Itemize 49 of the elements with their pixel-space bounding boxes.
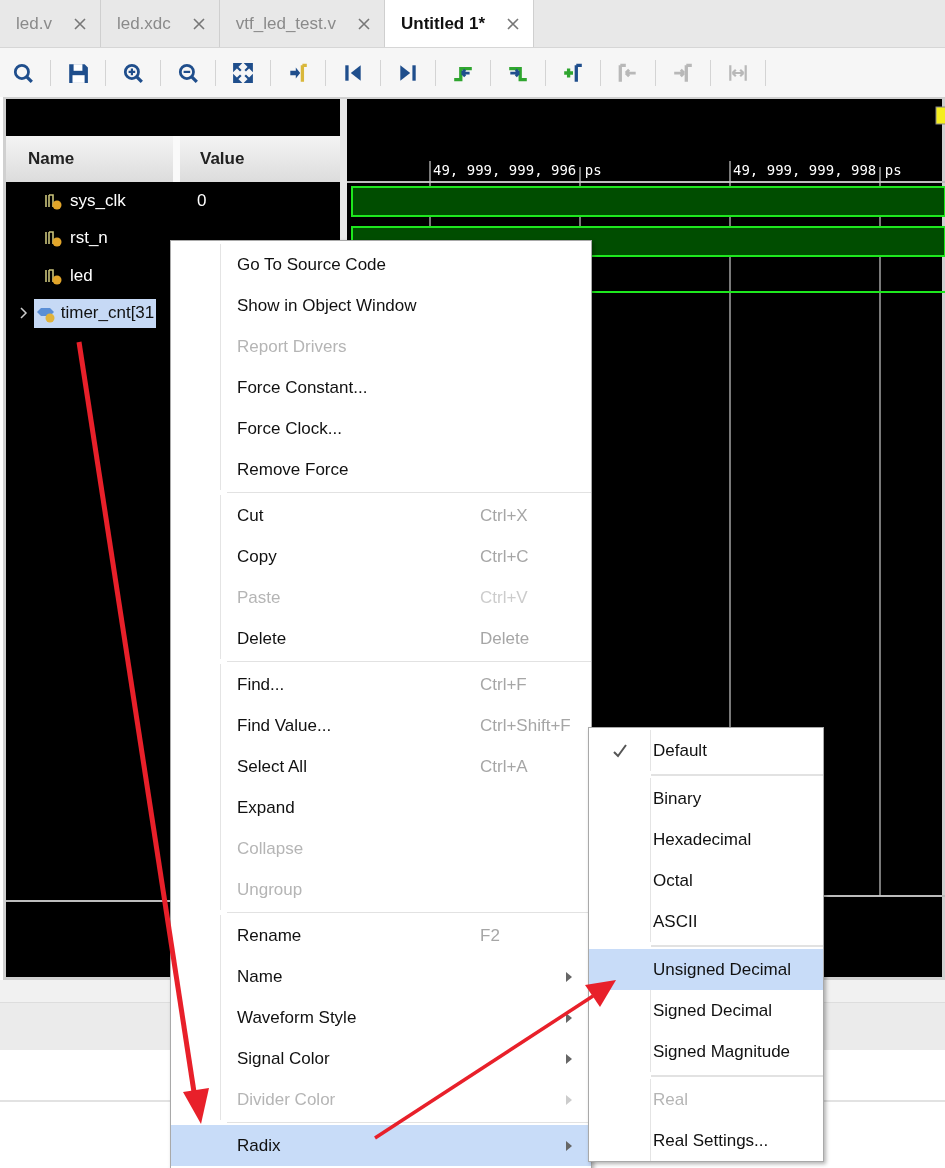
- menu-item[interactable]: Name: [171, 956, 591, 997]
- menu-item[interactable]: Find Value... Ctrl+Shift+F: [171, 705, 591, 746]
- menu-item[interactable]: Default: [589, 730, 823, 771]
- menu-item[interactable]: Unsigned Decimal: [589, 949, 823, 990]
- menu-item[interactable]: ASCII: [589, 901, 823, 942]
- expand-icon[interactable]: [232, 61, 254, 84]
- add-marker-icon[interactable]: [562, 61, 584, 84]
- signal-value: 0: [196, 190, 207, 211]
- menu-item[interactable]: Binary: [589, 778, 823, 819]
- menu-item[interactable]: Remove Force: [171, 449, 591, 490]
- signal-name[interactable]: timer_cnt[31: [34, 299, 157, 328]
- menu-item[interactable]: Hexadecimal: [589, 819, 823, 860]
- search-icon[interactable]: [12, 61, 34, 84]
- signal-icon: [44, 228, 64, 249]
- close-icon[interactable]: [357, 17, 370, 30]
- menu-item[interactable]: Force Clock...: [171, 408, 591, 449]
- menu-item[interactable]: Copy Ctrl+C: [171, 536, 591, 577]
- column-header[interactable]: Name: [6, 136, 180, 182]
- menu-item[interactable]: Waveform Style: [171, 997, 591, 1038]
- tab[interactable]: Untitled 1*: [384, 0, 535, 47]
- menu-item[interactable]: Rename F2: [171, 915, 591, 956]
- menu-item[interactable]: Select All Ctrl+A: [171, 746, 591, 787]
- zoom-out-icon[interactable]: [177, 61, 199, 84]
- menu-item[interactable]: Force Constant...: [171, 367, 591, 408]
- menu-item[interactable]: Delete Delete: [171, 618, 591, 659]
- menu-item[interactable]: Real Settings...: [589, 1120, 823, 1161]
- menu-item[interactable]: Octal: [589, 860, 823, 901]
- menu-item[interactable]: Signal Color: [171, 1038, 591, 1079]
- menu-item[interactable]: Find... Ctrl+F: [171, 664, 591, 705]
- time-label: 49, 999, 999, 996 ps: [433, 162, 602, 178]
- menu-item[interactable]: Expand: [171, 787, 591, 828]
- column-header[interactable]: Value: [180, 136, 340, 182]
- close-icon[interactable]: [507, 17, 520, 30]
- menu-item[interactable]: Signed Magnitude: [589, 1031, 823, 1072]
- menu-item[interactable]: Radix: [171, 1125, 591, 1166]
- signal-name[interactable]: rst_n: [68, 224, 110, 253]
- menu-item[interactable]: Cut Ctrl+X: [171, 495, 591, 536]
- time-label: 49, 999, 999, 998 ps: [733, 162, 902, 178]
- expand-chevron-icon[interactable]: [18, 306, 30, 321]
- marker-flag-icon[interactable]: [935, 106, 945, 125]
- close-icon[interactable]: [192, 17, 205, 30]
- signal-name[interactable]: led: [68, 261, 95, 290]
- menu-item[interactable]: Go To Source Code: [171, 244, 591, 285]
- signal-name[interactable]: sys_clk: [68, 186, 128, 215]
- zoom-in-icon[interactable]: [122, 61, 144, 84]
- arrow-to-bar-icon[interactable]: [287, 61, 309, 84]
- menu-item[interactable]: Show in Object Window: [171, 285, 591, 326]
- save-icon[interactable]: [67, 61, 89, 84]
- close-icon[interactable]: [73, 17, 86, 30]
